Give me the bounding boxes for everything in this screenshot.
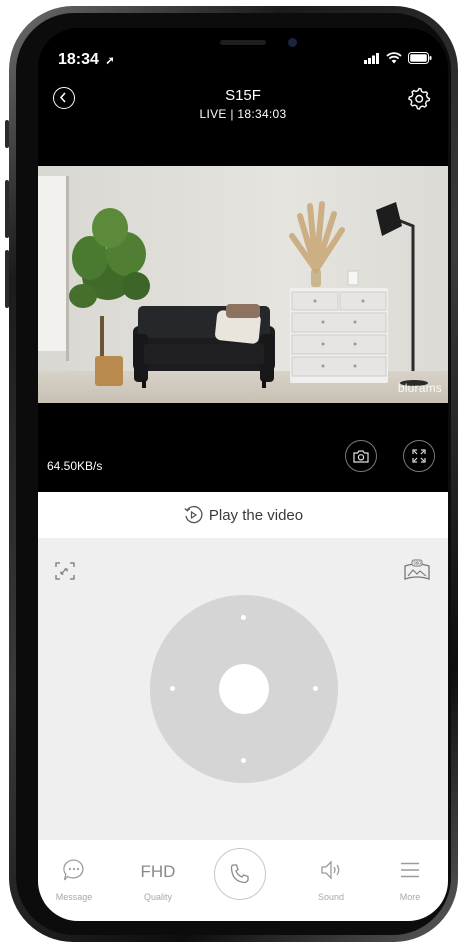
panorama-360-icon: 360 <box>404 559 430 580</box>
pad-left[interactable] <box>170 686 175 691</box>
volume-down-button <box>5 250 9 308</box>
tab-sound-label: Sound <box>317 892 345 902</box>
volume-up-button <box>5 180 9 238</box>
battery-icon <box>408 52 432 64</box>
location-arrow-icon: ➚ <box>105 55 115 67</box>
fullscreen-button[interactable] <box>403 440 435 472</box>
tab-more-label: More <box>399 892 421 902</box>
ptz-control-panel: 360 <box>38 538 448 840</box>
camera-snapshot-icon <box>353 450 369 463</box>
front-camera <box>288 38 297 47</box>
call-button[interactable] <box>214 848 266 900</box>
live-status: LIVE | 18:34:03 <box>199 107 287 121</box>
replay-icon <box>184 506 203 524</box>
pad-up[interactable] <box>241 615 246 620</box>
tab-quality-label: Quality <box>143 892 172 902</box>
video-frame-image <box>38 166 448 403</box>
stream-speed: 64.50KB/s <box>47 459 103 473</box>
zoom-mode-button[interactable] <box>53 560 77 582</box>
quality-value: FHD <box>140 862 176 881</box>
camera-name: S15F <box>225 87 261 104</box>
phone-screen: 18:34 ➚ S15F LIVE | 18:34:03 blurams 64.… <box>38 28 448 921</box>
status-time: 18:34 ➚ <box>58 51 115 69</box>
pad-down[interactable] <box>241 758 246 763</box>
settings-button[interactable] <box>407 86 431 110</box>
brand-watermark: blurams <box>397 381 442 395</box>
menu-icon <box>401 862 419 878</box>
notch <box>176 28 310 58</box>
fullscreen-icon <box>412 449 426 463</box>
phone-icon <box>230 864 249 884</box>
message-icon <box>63 859 84 881</box>
mute-switch <box>5 120 9 148</box>
wifi-icon <box>386 52 402 64</box>
direction-pad[interactable] <box>150 595 338 783</box>
panorama-360-badge: 360 <box>413 561 421 566</box>
status-time-text: 18:34 <box>58 51 99 68</box>
snapshot-button[interactable] <box>345 440 377 472</box>
earpiece <box>220 40 266 45</box>
status-icons <box>364 52 432 64</box>
tab-message-label: Message <box>55 892 93 902</box>
pad-center[interactable] <box>219 664 269 714</box>
gear-icon <box>408 87 431 110</box>
play-video-button[interactable]: Play the video <box>38 492 448 538</box>
live-video[interactable]: blurams <box>38 166 448 403</box>
speaker-icon <box>321 860 340 880</box>
pad-right[interactable] <box>313 686 318 691</box>
panorama-360-button[interactable]: 360 <box>403 559 431 583</box>
signal-icon <box>364 52 379 64</box>
zoom-mode-icon <box>55 562 75 580</box>
play-video-label: Play the video <box>208 506 304 524</box>
bottom-toolbar: Message FHD Quality Sound More <box>38 840 448 921</box>
